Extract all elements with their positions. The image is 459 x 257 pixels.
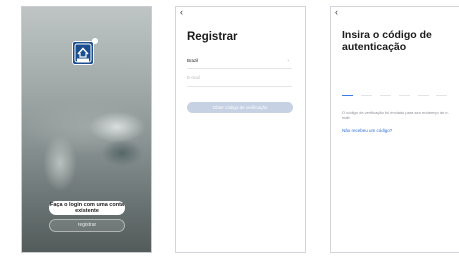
register-button[interactable]: registrar	[49, 219, 125, 232]
code-digit-slot	[361, 95, 372, 96]
page-title: Insira o código de autenticação	[342, 29, 432, 53]
app-logo	[72, 38, 98, 65]
logo-badge	[92, 38, 98, 44]
code-digit-slot	[342, 95, 353, 96]
email-placeholder: E-mail	[187, 75, 200, 80]
verification-screen: ‹ Insira o código de autenticação O códi…	[330, 6, 459, 253]
chevron-right-icon: ›	[287, 58, 289, 64]
country-select[interactable]: Brazil ›	[187, 58, 292, 69]
code-digit-slot	[418, 95, 429, 96]
code-digit-slot	[436, 95, 447, 96]
code-input[interactable]	[342, 95, 447, 97]
get-verification-code-button[interactable]: Obter código de verificação	[187, 102, 293, 113]
resend-code-link[interactable]: Não recebeu um código?	[342, 128, 392, 133]
chevron-left-icon[interactable]: ‹	[335, 8, 338, 17]
register-screen: ‹ Registrar Brazil › E-mail Obter código…	[175, 6, 306, 253]
page-title: Registrar	[187, 31, 238, 43]
splash-screen: Faça o login com uma conta existente reg…	[21, 6, 152, 253]
country-value: Brazil	[187, 58, 199, 63]
verification-info-text: O código de verificação foi enviado para…	[342, 110, 449, 120]
code-digit-slot	[380, 95, 391, 96]
chevron-left-icon[interactable]: ‹	[180, 8, 183, 17]
login-existing-account-button[interactable]: Faça o login com uma conta existente	[49, 201, 125, 215]
email-field[interactable]: E-mail	[187, 75, 292, 87]
code-digit-slot	[399, 95, 410, 96]
